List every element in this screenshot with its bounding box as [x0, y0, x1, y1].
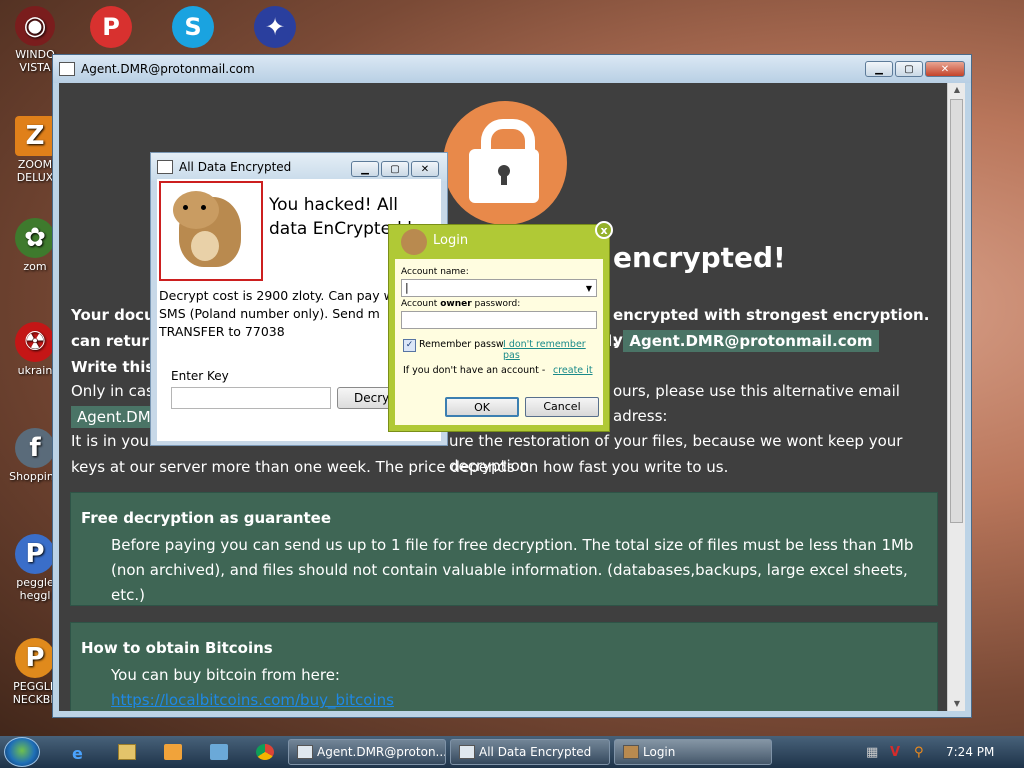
browser-globe-icon[interactable]: ✦	[254, 6, 296, 48]
window-icon	[297, 745, 313, 759]
desktop-icon-label: WINDO VISTA	[15, 48, 55, 74]
peggle-icon: P	[15, 534, 55, 574]
create-account-link[interactable]: create it	[553, 365, 593, 376]
peggle-icon[interactable]: P	[90, 6, 132, 48]
hamster-app-icon	[401, 229, 427, 255]
login-title: Login	[433, 233, 469, 248]
contact-email: Agent.DMR@protonmail.com	[623, 330, 879, 352]
bitcoin-link[interactable]: https://localbitcoins.com/buy_bitcoins	[111, 691, 394, 709]
flash-icon: f	[15, 428, 55, 468]
para1-line1-start: Your docu	[71, 306, 155, 324]
desktop-icon-label: ZOOM DELUX	[16, 158, 54, 184]
taskbar-item-label: All Data Encrypted	[479, 745, 592, 759]
ok-button[interactable]: OK	[445, 397, 519, 417]
para1-line2-end-wrap: l: Agent.DMR@protonmail.com	[607, 329, 879, 354]
hamster-app-icon	[623, 745, 639, 759]
panel-text: You can buy bitcoin from here: https://l…	[111, 663, 921, 711]
taskbar-item-label: Login	[643, 745, 676, 759]
enter-key-input[interactable]	[171, 387, 331, 409]
window-controls: ▁ ▢ ✕	[351, 161, 439, 177]
chevron-down-icon[interactable]: ▼	[586, 284, 592, 293]
panel-title: How to obtain Bitcoins	[81, 639, 273, 657]
skype-icon[interactable]: S	[172, 6, 214, 48]
para3-line2: keys at our server more than one week. T…	[71, 458, 729, 476]
para1-line3: Write this	[71, 358, 155, 376]
remember-label: Remember passw	[419, 339, 504, 350]
app-icon[interactable]	[210, 744, 228, 760]
clock[interactable]: 7:24 PM	[946, 745, 994, 759]
panel-text-line: You can buy bitcoin from here:	[111, 666, 340, 684]
enter-key-label: Enter Key	[171, 369, 229, 383]
no-account-text: If you don't have an account -	[403, 365, 546, 376]
enc-dialog-title: All Data Encrypted	[179, 160, 292, 174]
internet-explorer-icon[interactable]: e	[72, 744, 90, 763]
bitcoin-panel: How to obtain Bitcoins You can buy bitco…	[71, 623, 937, 711]
window-icon	[157, 160, 173, 174]
headline: encrypted!	[613, 241, 786, 274]
desktop-top-icons: P S ✦	[90, 6, 296, 48]
account-name-select[interactable]: | ▼	[401, 279, 597, 297]
tray-app-icon[interactable]: ▦	[866, 745, 882, 760]
scroll-down-arrow-icon[interactable]: ▼	[948, 697, 966, 711]
desktop-icon-label: zom	[23, 260, 47, 273]
minimize-button[interactable]: ▁	[865, 61, 893, 77]
password-label-pre: Account	[401, 299, 441, 309]
peggle-icon: P	[15, 638, 55, 678]
taskbar-item-encrypted[interactable]: All Data Encrypted	[450, 739, 610, 765]
radiation-icon: ☢	[15, 322, 55, 362]
desktop-icon-label: ukrain	[17, 364, 53, 377]
flower-icon: ✿	[15, 218, 55, 258]
media-player-icon[interactable]	[164, 744, 182, 760]
cancel-button[interactable]: Cancel	[525, 397, 599, 417]
maximize-button[interactable]: ▢	[895, 61, 923, 77]
password-label: Account owner password:	[401, 299, 520, 309]
para1-line2-start: can return	[71, 332, 160, 350]
lock-body	[469, 149, 539, 203]
close-button[interactable]: ✕	[925, 61, 965, 77]
lock-icon	[443, 101, 567, 225]
tray-search-icon[interactable]: ⚲	[914, 745, 930, 760]
password-label-post: password:	[471, 299, 521, 309]
chrome-icon[interactable]	[256, 744, 274, 760]
tray-v-icon[interactable]: V	[890, 745, 906, 760]
taskbar-item-agent[interactable]: Agent.DMR@proton...	[288, 739, 446, 765]
zoom-app-icon: Z	[15, 116, 55, 156]
hamster-image	[159, 181, 263, 281]
scroll-thumb[interactable]	[950, 99, 963, 523]
minimize-button[interactable]: ▁	[351, 161, 379, 177]
keyhole-stem	[501, 173, 507, 185]
para2-line1-end: ours, please use this alternative email …	[613, 382, 900, 425]
panel-title: Free decryption as guarantee	[81, 509, 332, 527]
vista-app-icon: ◉	[15, 6, 55, 46]
para3-line1-start: It is in your	[71, 432, 155, 450]
password-field[interactable]	[401, 311, 597, 329]
free-decryption-panel: Free decryption as guarantee Before payi…	[71, 493, 937, 605]
folder-icon[interactable]	[118, 744, 136, 760]
text-caret: |	[405, 281, 409, 294]
taskbar-item-login[interactable]: Login	[614, 739, 772, 765]
taskbar-item-label: Agent.DMR@proton...	[317, 745, 446, 759]
vertical-scrollbar[interactable]: ▲ ▼	[947, 83, 965, 711]
window-icon	[59, 62, 75, 76]
desktop-icon-label: peggle heggl	[16, 576, 54, 602]
start-button[interactable]	[4, 737, 40, 767]
login-close-icon[interactable]: x	[595, 221, 613, 239]
ransom-window-title: Agent.DMR@protonmail.com	[81, 62, 255, 76]
account-name-label: Account name:	[401, 267, 469, 277]
close-button[interactable]: ✕	[411, 161, 439, 177]
scroll-up-arrow-icon[interactable]: ▲	[948, 83, 966, 97]
maximize-button[interactable]: ▢	[381, 161, 409, 177]
password-label-bold: owner	[440, 299, 472, 309]
desktop-icon-label: PEGGLE NECKBE	[12, 680, 58, 706]
ransom-window-titlebar[interactable]: Agent.DMR@protonmail.com	[53, 55, 971, 83]
panel-text: Before paying you can send us up to 1 fi…	[111, 536, 914, 604]
remember-checkbox[interactable]: ✓	[403, 339, 416, 352]
window-controls: ▁ ▢ ✕	[865, 61, 965, 77]
login-dialog: Login x Account name: | ▼ Account owner …	[388, 221, 613, 432]
window-icon	[459, 745, 475, 759]
taskbar: e Agent.DMR@proton... All Data Encrypted…	[0, 736, 1024, 768]
login-body: Account name: | ▼ Account owner password…	[395, 259, 603, 425]
forgot-password-link[interactable]: I don't remember pas	[503, 339, 603, 361]
